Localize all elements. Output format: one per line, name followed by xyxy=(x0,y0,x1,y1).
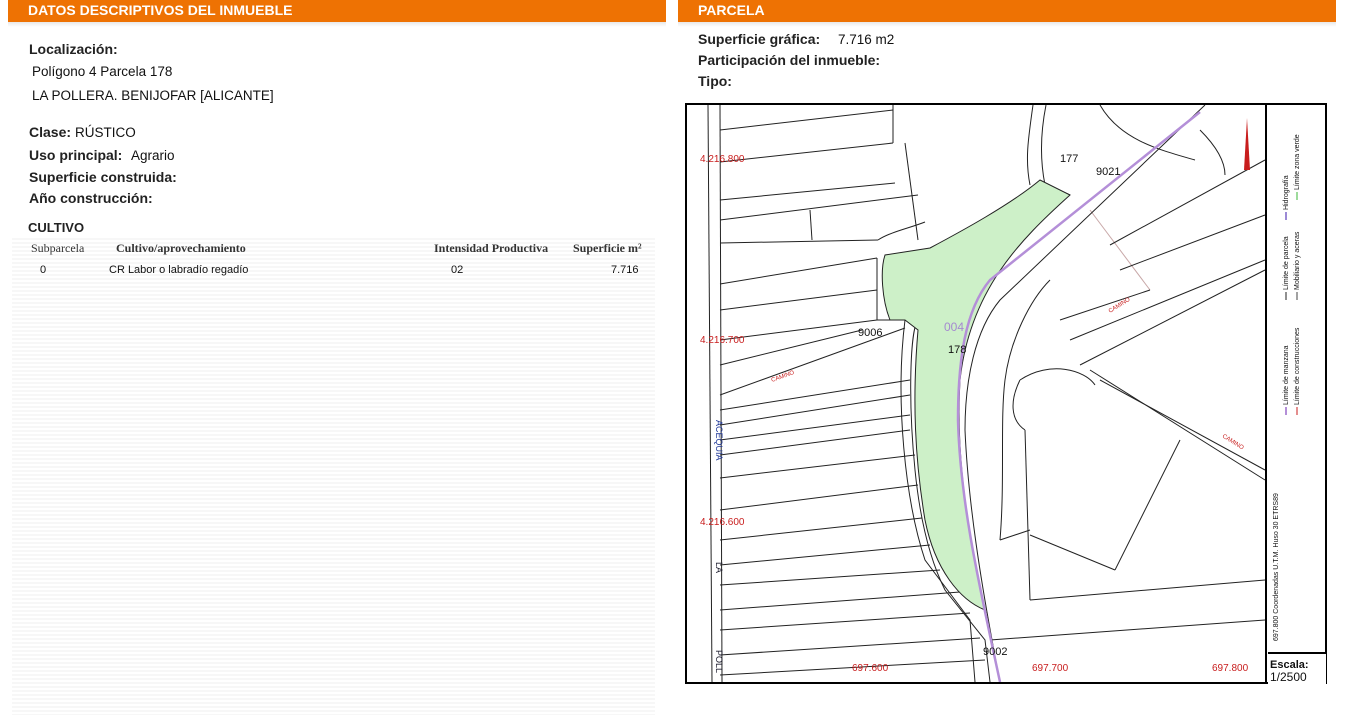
side-label-la: LA xyxy=(714,562,724,573)
cultivo-title: CULTIVO xyxy=(28,220,85,235)
cell-subparcela: 0 xyxy=(40,264,47,276)
legend-manzana: Límite de manzana xyxy=(1283,345,1290,405)
superficie-construida-label: Superficie construida: xyxy=(29,169,177,185)
anio-construccion-label: Año construcción: xyxy=(29,190,153,206)
coord-y-2: 4.216.700 xyxy=(700,335,745,346)
coord-y-1: 4.216.800 xyxy=(700,154,745,165)
legend-divider xyxy=(1265,103,1267,684)
scale-value: 1/2500 xyxy=(1270,670,1307,684)
coord-y-3: 4.216.600 xyxy=(700,517,745,528)
parcela-header: PARCELA xyxy=(678,0,1336,27)
cultivo-table xyxy=(12,238,655,715)
side-label-poll: POLL xyxy=(714,650,724,673)
map-legend: 697.800 Coordenadas U.T.M. Huso 30 ETRS8… xyxy=(1273,134,1301,641)
legend-parcela: Límite de parcela xyxy=(1283,236,1290,290)
uso-label: Uso principal: xyxy=(29,147,123,163)
tipo-label: Tipo: xyxy=(698,73,732,89)
projection-label: 697.800 Coordenadas U.T.M. Huso 30 ETRS8… xyxy=(1273,493,1280,641)
localizacion-line2: LA POLLERA. BENIJOFAR [ALICANTE] xyxy=(32,88,274,103)
uso-value: Agrario xyxy=(131,148,175,163)
participacion-label: Participación del inmueble: xyxy=(698,52,881,68)
road-label-3: CAMINO xyxy=(1221,434,1245,452)
superficie-grafica-label: Superficie gráfica: xyxy=(698,31,821,47)
descriptive-data-header: DATOS DESCRIPTIVOS DEL INMUEBLE xyxy=(8,0,666,27)
col-header-cultivo: Cultivo/aprovechamiento xyxy=(116,241,246,255)
parcel-number-177: 177 xyxy=(1060,153,1078,165)
cadastral-map[interactable]: 4.216.800 4.216.700 4.216.600 697.600 69… xyxy=(685,103,1327,684)
coord-x-1: 697.600 xyxy=(852,663,889,674)
coord-x-2: 697.700 xyxy=(1032,663,1069,674)
coord-x-3: 697.800 xyxy=(1212,663,1249,674)
parcel-number-9002: 9002 xyxy=(983,646,1007,658)
legend-hidrografia: Hidrografía xyxy=(1283,175,1290,210)
legend-construcciones: Límite de construcciones xyxy=(1294,327,1301,405)
col-header-subparcela: Subparcela xyxy=(31,241,85,255)
legend-mobiliario: Mobiliario y aceras xyxy=(1294,231,1301,290)
legend-zona-verde: Límite zona verde xyxy=(1294,134,1301,190)
scale-box: Escala: 1/2500 xyxy=(1268,652,1326,685)
parcel-number-178: 178 xyxy=(948,344,966,356)
parcel-number-9006: 9006 xyxy=(858,327,882,339)
col-header-intensidad: Intensidad Productiva xyxy=(434,241,549,255)
parcel-number-9021: 9021 xyxy=(1096,166,1120,178)
localizacion-line1: Polígono 4 Parcela 178 xyxy=(32,64,173,79)
clase-label: Clase: xyxy=(29,124,72,140)
acequia-label: ACEQUIA xyxy=(714,420,724,461)
road-label-1: CAMINO xyxy=(1108,297,1132,315)
cell-intensidad: 02 xyxy=(451,264,464,276)
col-header-superficie: Superficie m² xyxy=(573,241,642,255)
map-labels: 4.216.800 4.216.700 4.216.600 697.600 69… xyxy=(700,153,1249,674)
road-label-2: CAMINO xyxy=(771,370,796,384)
cell-superficie: 7.716 xyxy=(611,264,639,276)
localizacion-label: Localización: xyxy=(29,41,118,57)
parcel-code: 004 xyxy=(944,320,964,334)
cell-cultivo: CR Labor o labradío regadío xyxy=(109,264,249,276)
superficie-grafica-value: 7.716 m2 xyxy=(838,32,895,47)
clase-value: RÚSTICO xyxy=(75,125,136,140)
